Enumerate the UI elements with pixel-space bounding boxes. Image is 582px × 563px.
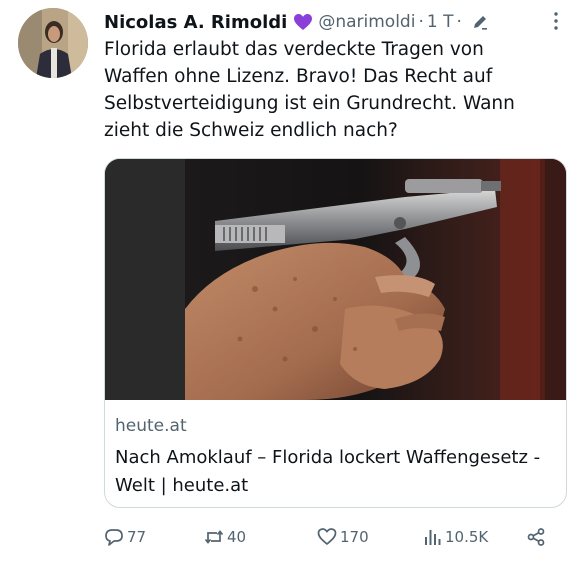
retweet-button[interactable]: 40 xyxy=(204,524,246,550)
retweet-icon xyxy=(204,527,227,547)
link-card[interactable]: heute.at Nach Amoklauf – Florida lockert… xyxy=(104,158,567,508)
reply-count: 77 xyxy=(127,528,147,546)
views-button[interactable]: 10.5K xyxy=(422,524,488,550)
timestamp[interactable]: 1 T xyxy=(427,12,454,32)
purple-heart-icon xyxy=(293,13,313,31)
card-title: Nach Amoklauf – Florida lockert Waffenge… xyxy=(115,447,541,496)
more-icon[interactable] xyxy=(548,10,564,32)
views-count: 10.5K xyxy=(445,528,489,546)
action-bar: 77 40 170 10.5K xyxy=(104,524,564,550)
reply-icon xyxy=(104,527,127,547)
tweet-text: Florida erlaubt das verdeckte Tragen von… xyxy=(104,39,515,141)
separator: · xyxy=(456,12,462,32)
like-button[interactable]: 170 xyxy=(317,524,369,550)
views-icon xyxy=(422,527,445,547)
card-image xyxy=(105,159,566,400)
separator: · xyxy=(418,12,424,32)
avatar-image xyxy=(18,8,88,78)
tweet-header: Nicolas A. Rimoldi @narimoldi · 1 T · xyxy=(104,9,489,35)
like-icon xyxy=(317,527,340,547)
retweet-count: 40 xyxy=(227,528,247,546)
like-count: 170 xyxy=(340,528,369,546)
author-handle[interactable]: @narimoldi xyxy=(318,12,415,32)
avatar[interactable] xyxy=(18,8,88,78)
reply-button[interactable]: 77 xyxy=(104,524,146,550)
author-name[interactable]: Nicolas A. Rimoldi xyxy=(104,12,287,33)
card-domain: heute.at xyxy=(115,416,187,436)
share-icon xyxy=(526,527,549,547)
share-button[interactable] xyxy=(526,524,549,550)
edit-icon xyxy=(471,13,489,31)
